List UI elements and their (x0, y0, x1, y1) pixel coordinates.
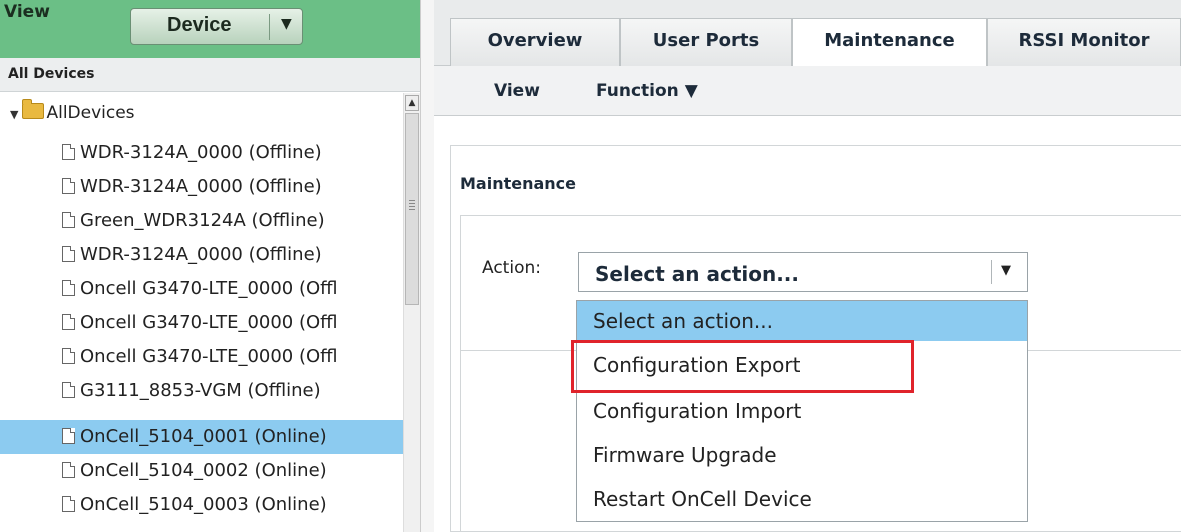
tree-item[interactable]: Oncell G3470-LTE_0000 (Offl (62, 306, 403, 340)
device-file-icon (62, 246, 75, 262)
scroll-up-icon[interactable]: ▲ (405, 95, 419, 111)
action-select-value: Select an action... (595, 262, 800, 286)
device-panel: View Device ▼ All Devices ▼ AllDevices WD… (0, 0, 420, 532)
tab-bar: Overview User Ports Maintenance RSSI Mon… (434, 0, 1181, 67)
tree-item[interactable]: WDR-3124A_0000 (Offline) (62, 170, 403, 204)
maintenance-title: Maintenance (460, 174, 577, 193)
view-menu[interactable]: View (494, 81, 540, 101)
device-file-icon (62, 212, 75, 228)
tree-root-label: AllDevices (46, 103, 135, 123)
grip-icon (409, 200, 415, 210)
highlight-outline (571, 340, 914, 393)
toolbar: View Function ▼ (434, 66, 1181, 116)
device-file-icon (62, 280, 75, 296)
view-label: View (4, 2, 50, 22)
action-dropdown-menu: Select an action... Configuration Export… (576, 300, 1028, 522)
menu-option-select-action[interactable]: Select an action... (577, 301, 1027, 341)
device-file-icon (62, 178, 75, 194)
folder-icon (22, 99, 45, 119)
select-separator (991, 260, 992, 284)
tree-item-label: OnCell_5104_0003 (Online) (80, 494, 327, 515)
action-select[interactable]: Select an action... ▼ (578, 252, 1028, 292)
tree-item[interactable]: G3111_8853-VGM (Offline) (62, 374, 403, 408)
tree-item-label: G3111_8853-VGM (Offline) (80, 380, 321, 401)
device-file-icon (62, 144, 75, 160)
tree-item-label: OnCell_5104_0001 (Online) (80, 426, 327, 447)
tree-item-label: Oncell G3470-LTE_0000 (Offl (80, 312, 338, 333)
expand-toggle-icon[interactable]: ▼ (10, 108, 18, 121)
tree-item-label: WDR-3124A_0000 (Offline) (80, 244, 322, 265)
tree-root[interactable]: ▼ AllDevices (10, 99, 135, 123)
chevron-down-icon[interactable]: ▼ (281, 16, 292, 32)
tree-item-label: WDR-3124A_0000 (Offline) (80, 176, 322, 197)
menu-option-restart-oncell-device[interactable]: Restart OnCell Device (577, 479, 1027, 519)
all-devices-title: All Devices (8, 66, 95, 82)
device-button-label: Device (167, 14, 232, 36)
all-devices-header: All Devices (0, 58, 420, 92)
device-file-icon (62, 462, 75, 478)
menu-option-configuration-import[interactable]: Configuration Import (577, 391, 1027, 431)
device-button-separator (269, 14, 270, 40)
tree-item-selected[interactable]: OnCell_5104_0001 (Online) (0, 420, 403, 454)
tree-item[interactable]: WDR-3124A_0000 (Offline) (62, 136, 403, 170)
device-file-icon (62, 348, 75, 364)
tree-item[interactable]: Oncell G3470-LTE_0000 (Offl (62, 272, 403, 306)
device-file-icon (62, 496, 75, 512)
tree-item[interactable]: WDR-3124A_0000 (Offline) (62, 238, 403, 272)
action-label: Action: (482, 258, 541, 278)
scrollbar-thumb[interactable] (405, 113, 419, 305)
tree-item[interactable]: Oncell G3470-LTE_0000 (Offl (62, 340, 403, 374)
tree-item[interactable]: OnCell_5104_0002 (Online) (62, 454, 403, 488)
device-file-icon (62, 428, 75, 444)
function-menu[interactable]: Function ▼ (596, 81, 698, 101)
tree-item[interactable]: OnCell_5104_0003 (Online) (62, 488, 403, 522)
device-tree: ▼ AllDevices WDR-3124A_0000 (Offline) WDR… (0, 93, 403, 532)
chevron-down-icon[interactable]: ▼ (1001, 263, 1011, 278)
tab-rssi-monitor[interactable]: RSSI Monitor (987, 18, 1181, 66)
tree-item-label: Green_WDR3124A (Offline) (80, 210, 325, 231)
tab-user-ports[interactable]: User Ports (620, 18, 792, 66)
menu-option-firmware-upgrade[interactable]: Firmware Upgrade (577, 435, 1027, 475)
content-panel: Overview User Ports Maintenance RSSI Mon… (434, 0, 1181, 532)
device-dropdown-button[interactable]: Device ▼ (130, 8, 303, 45)
view-bar: View Device ▼ (0, 0, 420, 58)
panel-splitter[interactable] (420, 0, 434, 532)
tree-scrollbar[interactable]: ▲ (403, 93, 420, 532)
tree-item-label: Oncell G3470-LTE_0000 (Offl (80, 346, 338, 367)
tab-overview[interactable]: Overview (450, 18, 620, 66)
tree-item-label: Oncell G3470-LTE_0000 (Offl (80, 278, 338, 299)
tree-item[interactable]: Green_WDR3124A (Offline) (62, 204, 403, 238)
device-file-icon (62, 382, 75, 398)
tree-item-label: OnCell_5104_0002 (Online) (80, 460, 327, 481)
tab-maintenance[interactable]: Maintenance (792, 18, 987, 67)
device-file-icon (62, 314, 75, 330)
tree-item-label: WDR-3124A_0000 (Offline) (80, 142, 322, 163)
